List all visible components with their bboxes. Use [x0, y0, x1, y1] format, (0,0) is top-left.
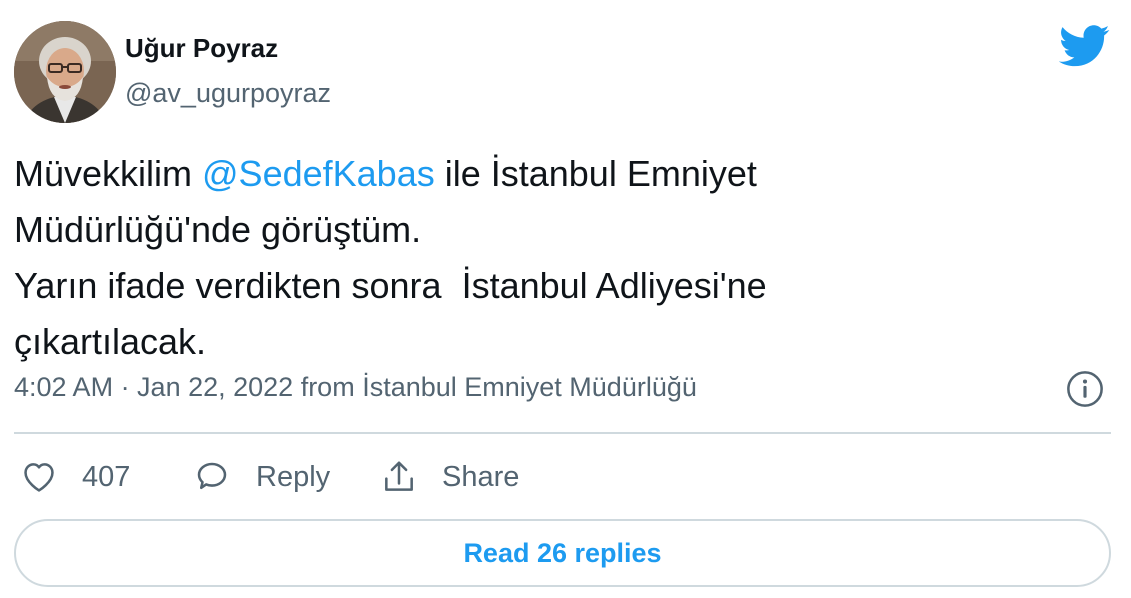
- share-icon: [385, 461, 413, 491]
- tweet-text: Müvekkilim @SedefKabas ile İstanbul Emni…: [14, 146, 1104, 370]
- tweet-line: Müdürlüğü'nde görüştüm.: [14, 209, 422, 250]
- reply-button[interactable]: Reply: [192, 455, 330, 499]
- avatar[interactable]: [14, 21, 116, 123]
- divider: [14, 432, 1111, 434]
- info-icon[interactable]: [1066, 370, 1104, 408]
- reply-bubble-icon: [197, 462, 227, 490]
- tweet-text-segment: ile İstanbul Emniyet: [434, 153, 757, 194]
- tweet-line: Yarın ifade verdikten sonra İstanbul Adl…: [14, 265, 767, 306]
- like-count: 407: [82, 460, 131, 493]
- like-button[interactable]: 407: [20, 455, 130, 499]
- avatar-photo: [14, 21, 116, 123]
- tweet-text-segment: Müvekkilim: [14, 153, 203, 194]
- tweet-card: Uğur Poyraz @av_ugurpoyraz Müvekkilim @S…: [0, 0, 1131, 598]
- tweet-line: Müvekkilim @SedefKabas ile İstanbul Emni…: [14, 146, 1104, 202]
- share-label: Share: [442, 460, 520, 493]
- heart-icon: [24, 463, 54, 492]
- share-button[interactable]: Share: [380, 455, 519, 499]
- read-replies-button[interactable]: Read 26 replies: [14, 519, 1111, 587]
- mention-link[interactable]: @SedefKabas: [202, 153, 435, 194]
- reply-label: Reply: [256, 460, 331, 493]
- tweet-timestamp-source[interactable]: 4:02 AM · Jan 22, 2022 from İstanbul Emn…: [14, 372, 697, 403]
- tweet-line: çıkartılacak.: [14, 321, 207, 362]
- author-handle[interactable]: @av_ugurpoyraz: [125, 78, 331, 109]
- twitter-bird-icon[interactable]: [1059, 25, 1111, 67]
- author-name[interactable]: Uğur Poyraz: [125, 33, 278, 64]
